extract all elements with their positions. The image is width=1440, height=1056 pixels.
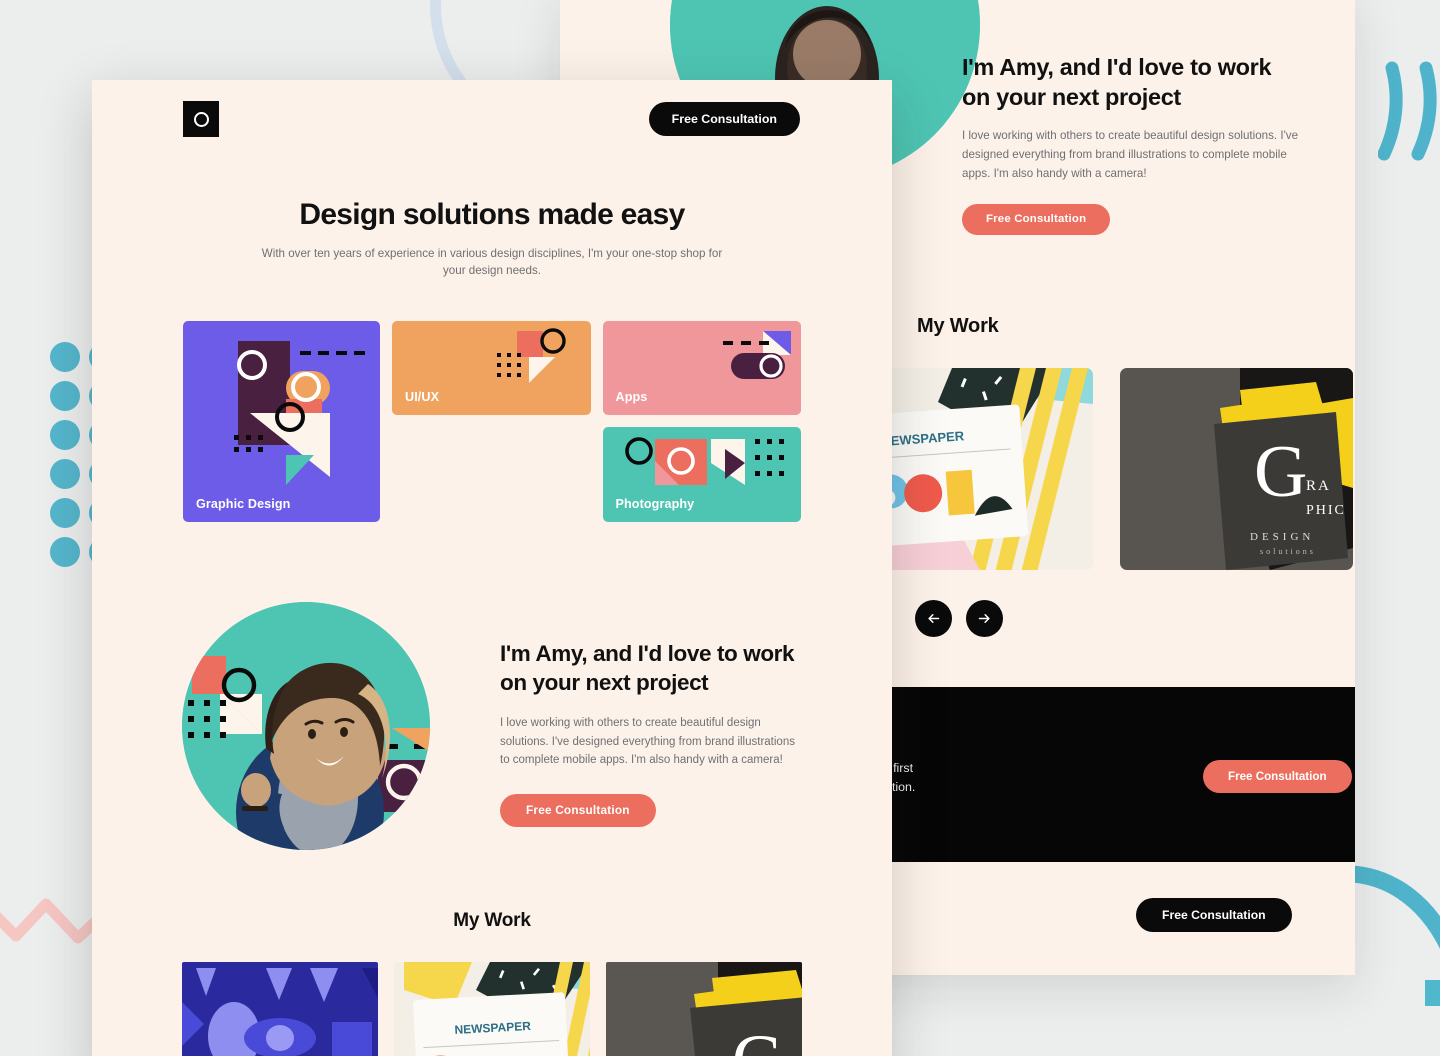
about-text-block: I'm Amy, and I'd love to work on your ne…: [500, 602, 800, 850]
arrow-left-icon: [928, 614, 940, 623]
front-header: Free Consultation: [92, 80, 892, 198]
photography-artwork: [625, 436, 784, 485]
work-thumbnail-newspaper[interactable]: NEWSPAPER: [394, 961, 590, 1056]
svg-text:DESIGN: DESIGN: [1250, 531, 1314, 543]
teal-accent-block-decoration: [1425, 980, 1440, 1006]
back-about-section: I'm Amy, and I'd love to work on your ne…: [962, 52, 1302, 235]
service-label-photography: Photography: [615, 496, 695, 511]
back-work-thumbnail-newspaper[interactable]: NEWSPAPER: [860, 368, 1093, 570]
back-cta-consult-button[interactable]: Free Consultation: [1203, 760, 1352, 793]
carousel-next-button[interactable]: [966, 600, 1003, 637]
work-gallery: NEWSPAPER: [92, 961, 892, 1056]
svg-text:G: G: [1254, 431, 1307, 513]
arrow-right-icon: [978, 614, 990, 623]
service-label-apps: Apps: [615, 389, 648, 404]
apps-artwork: [723, 330, 791, 379]
circle-ring-logo-icon[interactable]: [183, 101, 219, 137]
about-consult-button[interactable]: Free Consultation: [500, 793, 656, 827]
hero-title: Design solutions made easy: [299, 198, 685, 231]
svg-text:G: G: [732, 1020, 784, 1056]
header-consult-button[interactable]: Free Consultation: [648, 102, 800, 136]
work-thumbnail-pattern[interactable]: [182, 961, 378, 1056]
back-about-body: I love working with others to create bea…: [962, 129, 1299, 180]
service-card-graphic-design[interactable]: Graphic Design: [183, 320, 380, 522]
service-label-uiux: UI/UX: [405, 389, 440, 404]
svg-text:solutions: solutions: [1260, 547, 1316, 556]
screenshot-canvas: Free Consultation I'm Amy, and I'd love …: [0, 0, 1440, 1056]
back-about-title: I'm Amy, and I'd love to work on your ne…: [962, 54, 1272, 111]
front-page-panel: Free Consultation Design solutions made …: [92, 80, 892, 1056]
back-work-thumbnail-graphic[interactable]: G RA PHIC DESIGN solutions: [1120, 368, 1353, 570]
service-label-graphic-design: Graphic Design: [196, 496, 291, 511]
hero-subtitle: With over ten years of experience in var…: [261, 247, 723, 277]
about-title: I'm Amy, and I'd love to work on your ne…: [500, 640, 795, 695]
svg-text:PHIC: PHIC: [1306, 503, 1346, 518]
about-section: I'm Amy, and I'd love to work on your ne…: [92, 601, 892, 850]
service-card-apps[interactable]: Apps: [602, 320, 801, 415]
teal-quote-marks-decoration: [1378, 56, 1440, 166]
service-card-uiux[interactable]: UI/UX: [392, 320, 591, 415]
uiux-artwork: [496, 327, 566, 383]
services-grid: Graphic Design UI/UX Apps Photography: [183, 320, 801, 534]
back-work-gallery: NEWSPAPER G RA PHIC DESIGN solutions: [860, 368, 1353, 570]
back-carousel-controls: [915, 600, 1003, 637]
graphic-design-artwork: [234, 340, 365, 485]
about-body: I love working with others to create bea…: [500, 717, 795, 767]
svg-text:RA: RA: [1306, 478, 1331, 494]
back-footer-consult-button[interactable]: Free Consultation: [1136, 898, 1292, 932]
about-portrait: [182, 601, 430, 850]
hero-section: Design solutions made easy With over ten…: [92, 198, 892, 280]
service-card-photography[interactable]: Photography: [602, 426, 801, 522]
back-about-consult-button[interactable]: Free Consultation: [962, 203, 1111, 235]
work-section-title: My Work: [453, 909, 531, 931]
back-work-title: My Work: [917, 315, 999, 337]
logo-ring-shape: [193, 111, 209, 127]
work-thumbnail-graphic-book[interactable]: G RA PHIC: [606, 961, 802, 1056]
carousel-prev-button[interactable]: [915, 600, 952, 637]
